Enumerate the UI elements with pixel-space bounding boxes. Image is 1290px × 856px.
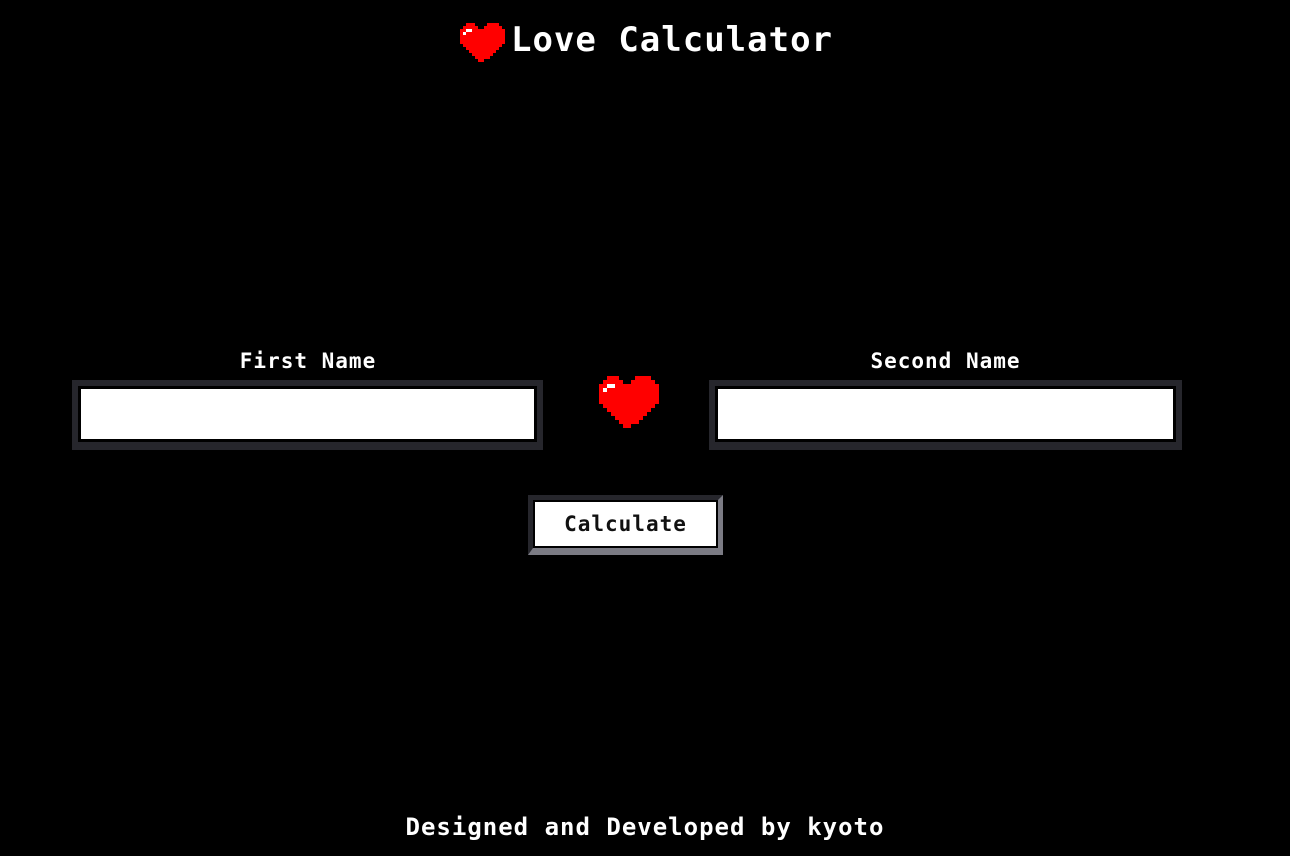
second-name-label: Second Name (870, 349, 1021, 373)
app-header: Love Calculator (0, 18, 1290, 62)
first-name-label: First Name (239, 349, 377, 373)
second-name-field-frame (709, 380, 1182, 450)
heart-icon (459, 23, 505, 62)
second-name-input[interactable] (715, 386, 1176, 442)
first-name-input[interactable] (78, 386, 537, 442)
calculate-button[interactable]: Calculate (528, 495, 723, 555)
heart-icon (599, 376, 659, 428)
page-title: Love Calculator (510, 20, 834, 60)
footer-credit: Designed and Developed by kyoto (405, 813, 885, 841)
first-name-field-frame (72, 380, 543, 450)
